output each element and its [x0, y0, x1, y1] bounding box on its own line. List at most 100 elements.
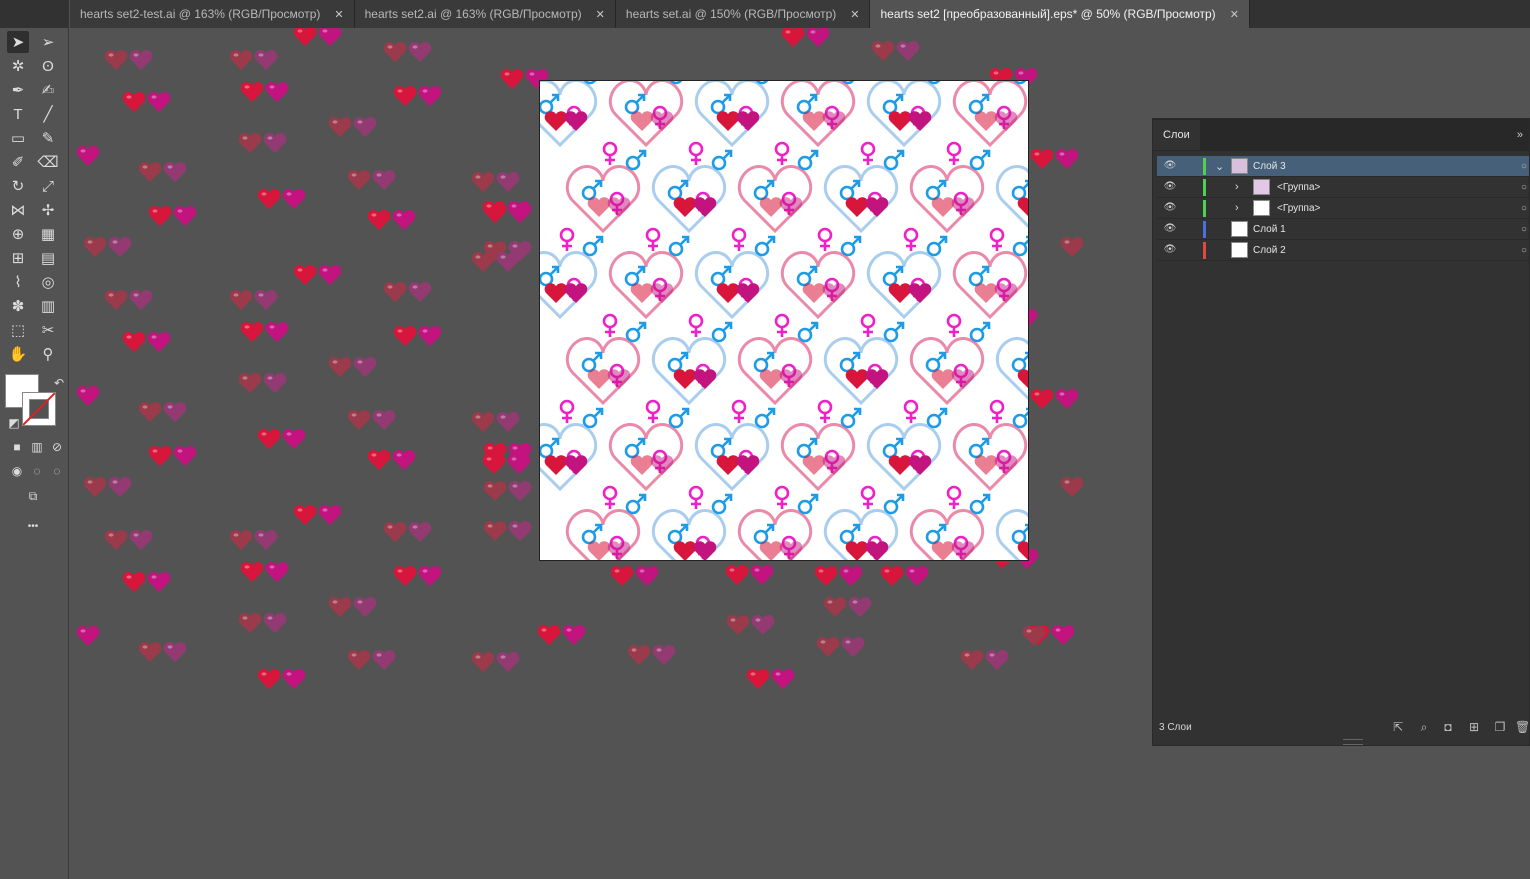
document-tab[interactable]: hearts set.ai @ 150% (RGB/Просмотр) ✕ — [615, 0, 871, 28]
eyedropper-tool-icon[interactable]: ⌇ — [7, 271, 29, 293]
default-colors-icon[interactable]: ◩ — [3, 412, 25, 434]
shaper-tool-icon[interactable]: ✐ — [7, 151, 29, 173]
document-tab-active[interactable]: hearts set2 [преобразованный].eps* @ 50%… — [870, 0, 1250, 28]
heart-red — [293, 504, 317, 526]
line-tool-icon[interactable]: ╱ — [37, 103, 59, 125]
magic-wand-tool-icon[interactable]: ✲ — [7, 55, 29, 77]
heart-magenta — [496, 171, 520, 193]
blend-tool-icon[interactable]: ◎ — [37, 271, 59, 293]
chevron-down-icon[interactable]: ⌄ — [1215, 160, 1224, 173]
target-circle-icon[interactable]: ○ — [1521, 245, 1527, 256]
zoom-tool-icon[interactable]: ⚲ — [37, 343, 59, 365]
symbol-sprayer-tool-icon[interactable]: ✽ — [7, 295, 29, 317]
slice-tool-icon[interactable]: ✂ — [37, 319, 59, 341]
column-graph-tool-icon[interactable]: ▥ — [37, 295, 59, 317]
heart-magenta — [635, 565, 659, 587]
heart-magenta — [562, 624, 586, 646]
export-icon[interactable]: ⇱ — [1391, 720, 1405, 734]
heart-magenta — [496, 251, 520, 273]
clipping-mask-icon[interactable]: ◘ — [1441, 720, 1455, 734]
layer-row[interactable]: 👁 › <Группа> ○ — [1157, 198, 1529, 219]
close-icon[interactable]: ✕ — [1230, 8, 1239, 21]
more-tools-icon[interactable]: ••• — [22, 515, 44, 537]
hand-tool-icon[interactable]: ✋ — [7, 343, 29, 365]
chevron-right-icon[interactable]: › — [1235, 181, 1239, 193]
target-circle-icon[interactable]: ○ — [1521, 203, 1527, 214]
heart-red — [725, 564, 749, 586]
tools-panel: ➤ ➢ ✲ ʘ ✒ ✍ T ╱ ▭ ✎ ✐ ⌫ ↻ ⤢ ⋈ ✢ ⊕ ▦ ⊞ ▤ ⌇ ◎ ✽ ▥ ⬚ ✂ ✋ ⚲ ↶ ◩ ■ ▥ ⊘ ◉ ◌ ◌ ⧉ ••• — [0, 0, 69, 879]
stroke-color-swatch[interactable] — [22, 392, 56, 426]
visibility-eye-icon[interactable]: 👁 — [1163, 224, 1177, 234]
target-circle-icon[interactable]: ○ — [1521, 161, 1527, 172]
heart-magenta — [392, 449, 416, 471]
visibility-eye-icon[interactable]: 👁 — [1163, 161, 1177, 171]
layer-name: Слой 3 — [1253, 160, 1286, 172]
heart-red — [328, 116, 352, 138]
gradient-mode-icon[interactable]: ▥ — [26, 436, 48, 458]
shape-builder-tool-icon[interactable]: ⊕ — [7, 223, 29, 245]
close-icon[interactable]: ✕ — [596, 8, 605, 21]
document-tab[interactable]: hearts set2.ai @ 163% (RGB/Просмотр) ✕ — [354, 0, 616, 28]
new-layer-icon[interactable]: ❐ — [1493, 720, 1507, 734]
close-icon[interactable]: ✕ — [334, 8, 343, 21]
heart-red — [138, 641, 162, 663]
heart-magenta — [263, 372, 287, 394]
artboard-tool-icon[interactable]: ⬚ — [7, 319, 29, 341]
locate-object-icon[interactable]: ⌕ — [1417, 720, 1431, 734]
collapse-panel-icon[interactable]: » — [1517, 129, 1523, 141]
scale-tool-icon[interactable]: ⤢ — [37, 175, 59, 197]
heart-magenta — [496, 411, 520, 433]
mesh-tool-icon[interactable]: ⊞ — [7, 247, 29, 269]
perspective-grid-tool-icon[interactable]: ▦ — [37, 223, 59, 245]
gradient-tool-icon[interactable]: ▤ — [37, 247, 59, 269]
visibility-eye-icon[interactable]: 👁 — [1163, 182, 1177, 192]
trash-icon[interactable]: 🗑 — [1515, 720, 1530, 734]
heart-magenta — [147, 91, 171, 113]
target-circle-icon[interactable]: ○ — [1521, 182, 1527, 193]
tab-label: hearts set2 [преобразованный].eps* @ 50%… — [880, 7, 1216, 21]
selection-tool-icon[interactable]: ➤ — [7, 31, 29, 53]
rotate-tool-icon[interactable]: ↻ — [7, 175, 29, 197]
heart-magenta — [282, 188, 306, 210]
puppet-warp-tool-icon[interactable]: ✢ — [37, 199, 59, 221]
tab-layers[interactable]: Слои — [1153, 120, 1200, 150]
resize-grip[interactable] — [1343, 739, 1363, 745]
artboard[interactable] — [540, 81, 1028, 560]
paintbrush-tool-icon[interactable]: ✎ — [37, 127, 59, 149]
target-circle-icon[interactable]: ○ — [1521, 224, 1527, 235]
type-tool-icon[interactable]: T — [7, 103, 29, 125]
document-tab[interactable]: hearts set2-test.ai @ 163% (RGB/Просмотр… — [70, 0, 355, 28]
chevron-right-icon[interactable]: › — [1235, 202, 1239, 214]
layer-row[interactable]: 👁 ⌄ Слой 3 ○ — [1157, 156, 1529, 177]
heart-red — [746, 668, 770, 690]
visibility-eye-icon[interactable]: 👁 — [1163, 203, 1177, 213]
heart-red — [240, 321, 264, 343]
heart-red — [726, 614, 750, 636]
pen-tool-icon[interactable]: ✒ — [7, 79, 29, 101]
draw-inside-icon[interactable]: ◌ — [46, 460, 68, 482]
eraser-tool-icon[interactable]: ⌫ — [37, 151, 59, 173]
none-mode-icon[interactable]: ⊘ — [46, 436, 68, 458]
draw-behind-icon[interactable]: ◌ — [26, 460, 48, 482]
visibility-eye-icon[interactable]: 👁 — [1163, 245, 1177, 255]
new-sublayer-icon[interactable]: ⊞ — [1467, 720, 1481, 734]
curvature-tool-icon[interactable]: ✍ — [37, 79, 59, 101]
layers-count: 3 Слои — [1159, 721, 1192, 733]
close-icon[interactable]: ✕ — [850, 8, 859, 21]
direct-selection-tool-icon[interactable]: ➢ — [37, 31, 59, 53]
layer-row[interactable]: 👁 Слой 1 ○ — [1157, 219, 1529, 240]
tab-label: hearts set.ai @ 150% (RGB/Просмотр) — [625, 7, 837, 21]
layer-row[interactable]: 👁 › <Группа> ○ — [1157, 177, 1529, 198]
screen-mode-icon[interactable]: ⧉ — [22, 485, 44, 507]
layer-row[interactable]: 👁 Слой 2 ○ — [1157, 240, 1529, 261]
draw-normal-icon[interactable]: ◉ — [6, 460, 28, 482]
width-tool-icon[interactable]: ⋈ — [7, 199, 29, 221]
heart-magenta — [353, 356, 377, 378]
lasso-tool-icon[interactable]: ʘ — [37, 55, 59, 77]
heart-red — [122, 331, 146, 353]
rectangle-tool-icon[interactable]: ▭ — [7, 127, 29, 149]
color-mode-icon[interactable]: ■ — [6, 436, 28, 458]
layers-panel-header: Слои » — [1153, 119, 1529, 151]
swap-colors-icon[interactable]: ↶ — [48, 372, 70, 394]
heart-magenta — [841, 636, 865, 658]
